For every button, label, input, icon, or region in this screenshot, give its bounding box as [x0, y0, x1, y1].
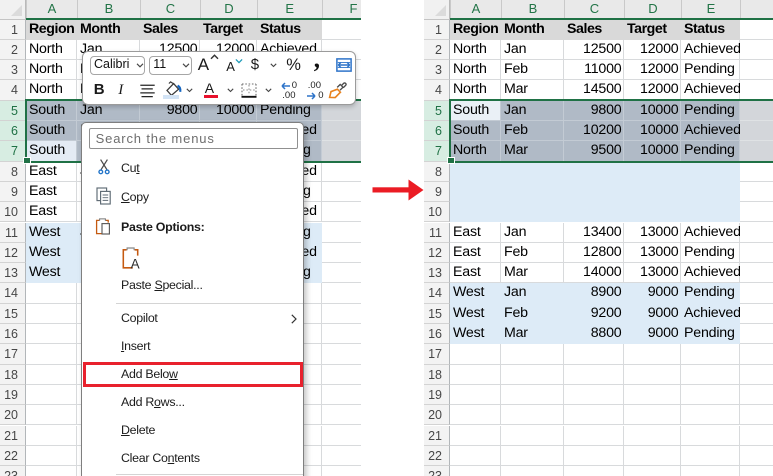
svg-text:A: A: [131, 256, 140, 269]
